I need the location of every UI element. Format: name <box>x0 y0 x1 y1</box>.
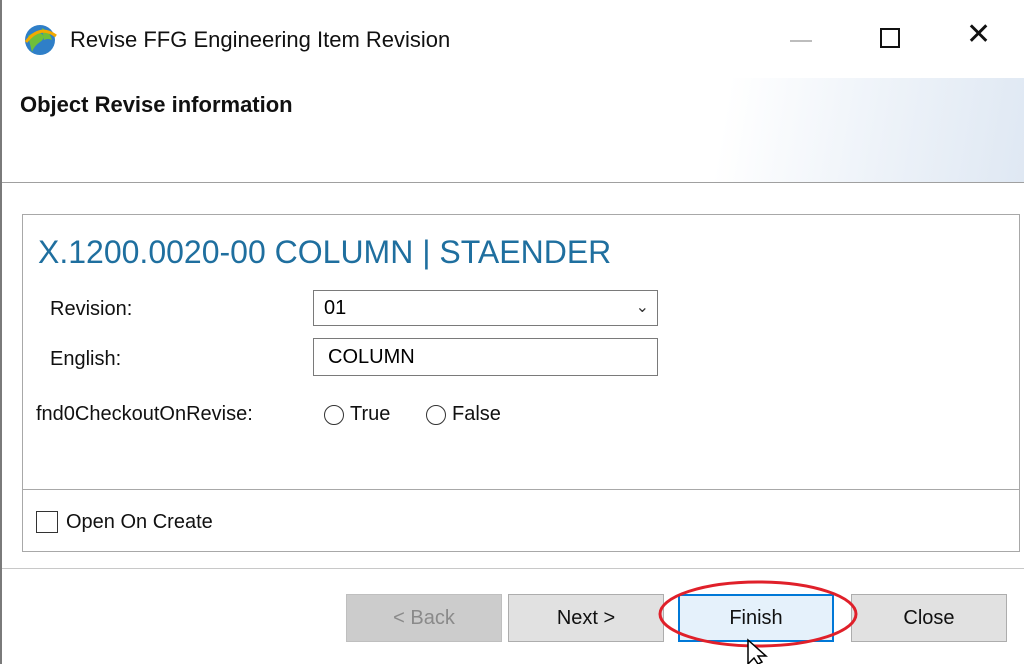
back-button[interactable]: < Back <box>346 594 502 642</box>
chevron-down-icon[interactable]: ⌄ <box>636 297 649 317</box>
checkout-true-label[interactable]: True <box>350 403 390 426</box>
maximize-button[interactable] <box>880 28 900 48</box>
window-title: Revise FFG Engineering Item Revision <box>70 27 451 52</box>
object-title: X.1200.0020-00 COLUMN | STAENDER <box>38 234 612 270</box>
open-on-create-label[interactable]: Open On Create <box>66 511 213 534</box>
mouse-cursor-icon <box>747 638 768 664</box>
english-label: English: <box>50 348 122 370</box>
english-value: COLUMN <box>328 346 415 368</box>
header-divider <box>2 182 1024 183</box>
app-globe-icon <box>24 25 57 55</box>
checkout-false-radio[interactable] <box>426 405 446 425</box>
footer-divider <box>2 568 1024 569</box>
window-close-button[interactable]: ✕ <box>966 20 991 50</box>
wizard-page-title: Object Revise information <box>20 92 293 117</box>
revision-label: Revision: <box>50 298 133 320</box>
next-button[interactable]: Next > <box>508 594 664 642</box>
checkout-true-radio[interactable] <box>324 405 344 425</box>
revision-combobox[interactable]: 01 ⌄ <box>313 290 658 326</box>
finish-button[interactable]: Finish <box>678 594 834 642</box>
minimize-button[interactable] <box>790 40 812 42</box>
checkout-on-revise-label: fnd0CheckoutOnRevise: <box>36 403 253 425</box>
checkout-false-label[interactable]: False <box>452 403 501 426</box>
open-on-create-checkbox[interactable] <box>36 511 58 533</box>
revision-value: 01 <box>324 297 347 319</box>
english-input[interactable]: COLUMN <box>313 338 658 376</box>
close-button[interactable]: Close <box>851 594 1007 642</box>
